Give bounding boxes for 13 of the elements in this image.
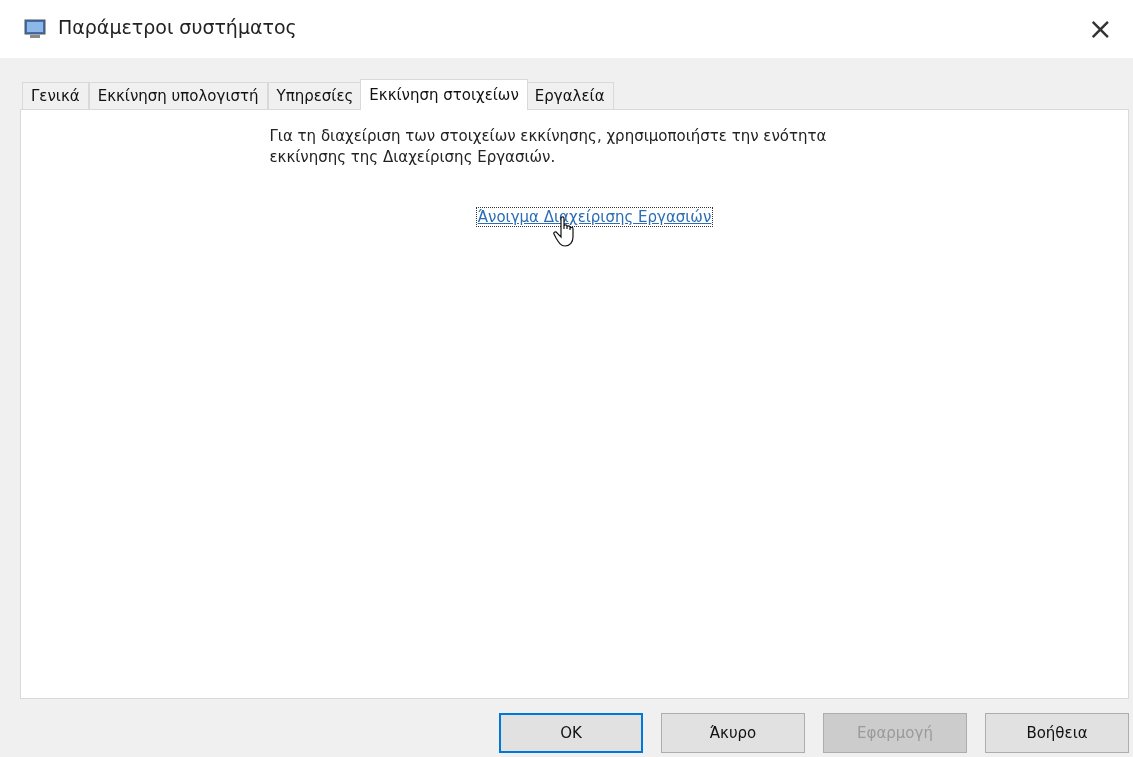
tab[interactable]: Εκκίνηση στοιχείων xyxy=(360,79,528,110)
dialog-button[interactable]: OK xyxy=(499,713,643,753)
tab[interactable]: Υπηρεσίες xyxy=(267,82,363,109)
tab[interactable]: Γενικά xyxy=(22,82,89,109)
dialog-button[interactable]: Βοήθεια xyxy=(985,713,1129,753)
monitor-icon xyxy=(24,19,46,39)
instruction-text: Για τη διαχείριση των στοιχείων εκκίνησης, χρησιμοποιήστε την ενότητα εκκίνησης της Διαχείρισης Εργασιών. xyxy=(269,126,828,168)
close-button[interactable]: × xyxy=(1083,14,1117,44)
tab[interactable]: Εκκίνηση υπολογιστή xyxy=(88,82,268,109)
tab[interactable]: Εργαλεία xyxy=(525,82,614,109)
task-manager-link[interactable]: Άνοιγμα Διαχείρισης Εργασιών xyxy=(476,208,713,226)
window-title: Παράμετροι συστήματος xyxy=(58,16,298,40)
dialog-button[interactable]: Άκυρο xyxy=(661,713,805,753)
